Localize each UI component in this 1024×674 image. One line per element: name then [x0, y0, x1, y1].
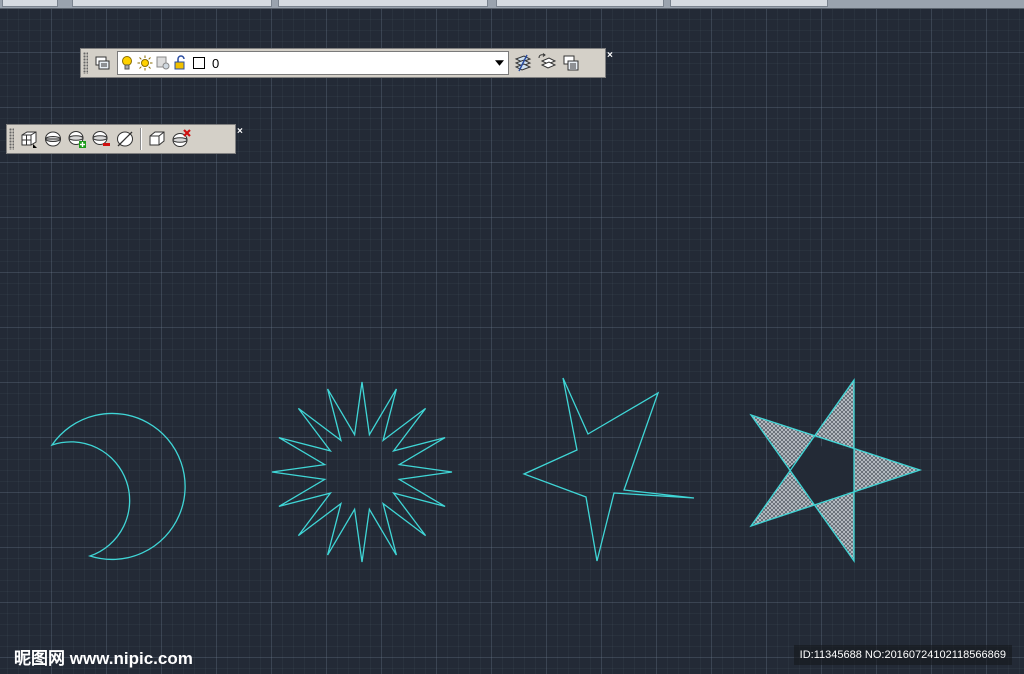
image-id-watermark: ID:11345688 NO:20160724102118566869	[793, 645, 1012, 665]
sun-shape[interactable]	[271, 381, 453, 563]
star-outline-shape[interactable]	[522, 377, 695, 562]
drawing-canvas[interactable]	[0, 0, 1024, 674]
star-hatched-shape[interactable]	[749, 377, 923, 564]
crescent-moon-shape[interactable]	[50, 412, 186, 561]
site-watermark: 昵图网 www.nipic.com	[14, 649, 193, 668]
